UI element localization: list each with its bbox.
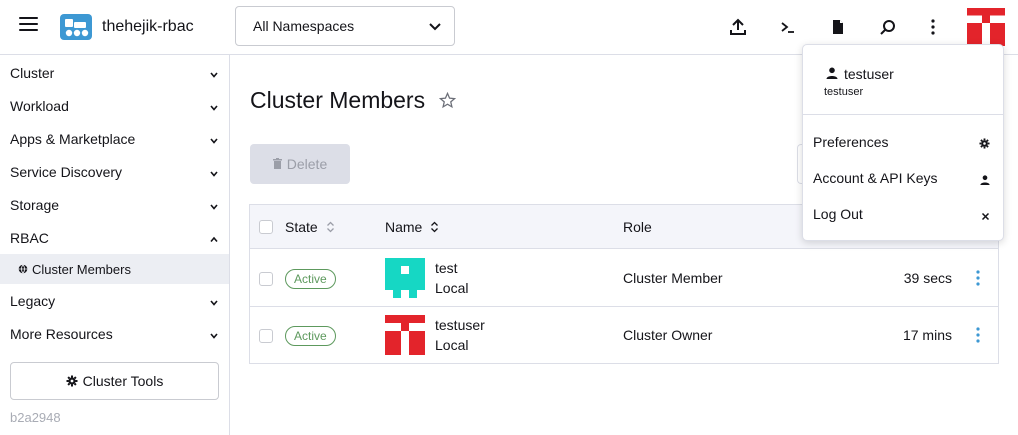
user-display: testuser: [826, 66, 894, 82]
status-badge: Active: [285, 326, 336, 346]
column-header-role: Role: [623, 219, 652, 235]
sidebar-item-cluster[interactable]: Cluster: [0, 56, 230, 89]
sidebar-item-label: More Resources: [10, 325, 113, 342]
menu-item-log-out[interactable]: Log Out: [803, 196, 1003, 232]
menu-item-label: Account & API Keys: [813, 170, 938, 186]
column-header-label: State: [285, 219, 318, 235]
user-menu-header: testuser testuser: [803, 45, 1003, 115]
terminal-icon[interactable]: [778, 17, 798, 37]
chevron-down-icon: [209, 328, 219, 344]
cluster-name: thehejik-rbac: [102, 18, 194, 35]
sidebar-item-legacy[interactable]: Legacy: [0, 284, 230, 317]
sidebar-item-workload[interactable]: Workload: [0, 89, 230, 122]
user-menu: testuser testuser Preferences Account & …: [802, 44, 1004, 241]
table-row[interactable]: Active testuser Local Cluster Owner 17 m…: [250, 307, 998, 364]
member-age: 39 secs: [903, 270, 952, 286]
sidebar-item-more-resources[interactable]: More Resources: [0, 317, 230, 350]
search-icon[interactable]: [878, 17, 898, 37]
chevron-down-icon: [209, 100, 219, 116]
delete-label: Delete: [286, 156, 328, 172]
sidebar-item-label: Workload: [10, 97, 69, 114]
sidebar-item-label: Service Discovery: [10, 163, 123, 180]
avatar: [385, 258, 425, 298]
gear-icon: [66, 375, 78, 387]
trash-icon: [272, 156, 282, 172]
cluster-tools-button[interactable]: Cluster Tools: [10, 362, 219, 400]
chevron-down-icon: [209, 133, 219, 149]
column-header-name[interactable]: Name: [385, 219, 439, 236]
sidebar-item-apps[interactable]: Apps & Marketplace: [0, 122, 230, 155]
member-name[interactable]: testuser: [435, 317, 485, 333]
namespace-select-value: All Namespaces: [253, 18, 355, 34]
menu-icon[interactable]: [19, 17, 38, 33]
user-display-name: testuser: [844, 66, 894, 82]
user-icon: [980, 172, 990, 188]
more-vertical-icon[interactable]: [974, 268, 982, 288]
member-provider: Local: [435, 337, 469, 353]
sort-icon: [430, 220, 439, 236]
sidebar-item-label: Cluster: [10, 64, 55, 81]
delete-button[interactable]: Delete: [250, 144, 350, 184]
member-name[interactable]: test: [435, 260, 458, 276]
column-header-label: Role: [623, 219, 652, 235]
table-row[interactable]: Active test Local Cluster Member 39 secs: [250, 250, 998, 307]
sidebar-item-label: RBAC: [10, 229, 49, 246]
gear-icon: [979, 136, 990, 152]
more-vertical-icon[interactable]: [974, 325, 982, 345]
user-avatar[interactable]: [967, 8, 1005, 46]
menu-item-account-api-keys[interactable]: Account & API Keys: [803, 160, 1003, 196]
menu-item-label: Log Out: [813, 206, 863, 222]
chevron-down-icon: [209, 199, 219, 215]
column-header-label: Name: [385, 219, 423, 235]
sidebar: Cluster Workload Apps & Marketplace Serv…: [0, 55, 230, 435]
sidebar-item-label: Apps & Marketplace: [10, 130, 136, 147]
globe-icon: [18, 262, 28, 277]
version-label: b2a2948: [10, 410, 61, 425]
sort-icon: [326, 220, 335, 236]
sidebar-item-label: Storage: [10, 196, 60, 213]
sidebar-item-label: Cluster Members: [32, 261, 131, 277]
chevron-down-icon: [209, 67, 219, 83]
avatar: [385, 315, 425, 355]
file-icon[interactable]: [828, 17, 848, 37]
row-checkbox[interactable]: [259, 329, 273, 343]
member-role: Cluster Member: [623, 270, 723, 286]
select-all-checkbox[interactable]: [259, 220, 273, 234]
menu-item-preferences[interactable]: Preferences: [803, 124, 1003, 160]
column-header-state[interactable]: State: [285, 219, 335, 236]
page-title: Cluster Members: [250, 87, 426, 113]
chevron-up-icon: [209, 232, 219, 248]
chevron-down-icon: [209, 295, 219, 311]
namespace-select[interactable]: All Namespaces: [235, 6, 455, 46]
sidebar-item-storage[interactable]: Storage: [0, 188, 230, 221]
member-provider: Local: [435, 280, 469, 296]
member-role: Cluster Owner: [623, 327, 713, 343]
chevron-down-icon: [428, 19, 442, 36]
member-age: 17 mins: [902, 327, 952, 343]
status-badge: Active: [285, 269, 336, 289]
sidebar-item-rbac[interactable]: RBAC: [0, 221, 230, 254]
cluster-tools-label: Cluster Tools: [82, 373, 164, 389]
user-icon: [826, 66, 838, 82]
more-vertical-icon[interactable]: [923, 17, 943, 37]
close-icon: [981, 208, 990, 224]
chevron-down-icon: [209, 166, 219, 182]
sidebar-item-service-discovery[interactable]: Service Discovery: [0, 155, 230, 188]
sidebar-item-cluster-members[interactable]: Cluster Members: [0, 254, 229, 284]
menu-item-label: Preferences: [813, 134, 889, 150]
row-checkbox[interactable]: [259, 272, 273, 286]
upload-icon[interactable]: [728, 17, 748, 37]
user-login: testuser: [824, 86, 864, 98]
star-icon[interactable]: [438, 91, 457, 112]
cluster-logo-icon: [60, 14, 92, 40]
sidebar-item-label: Legacy: [10, 292, 56, 309]
